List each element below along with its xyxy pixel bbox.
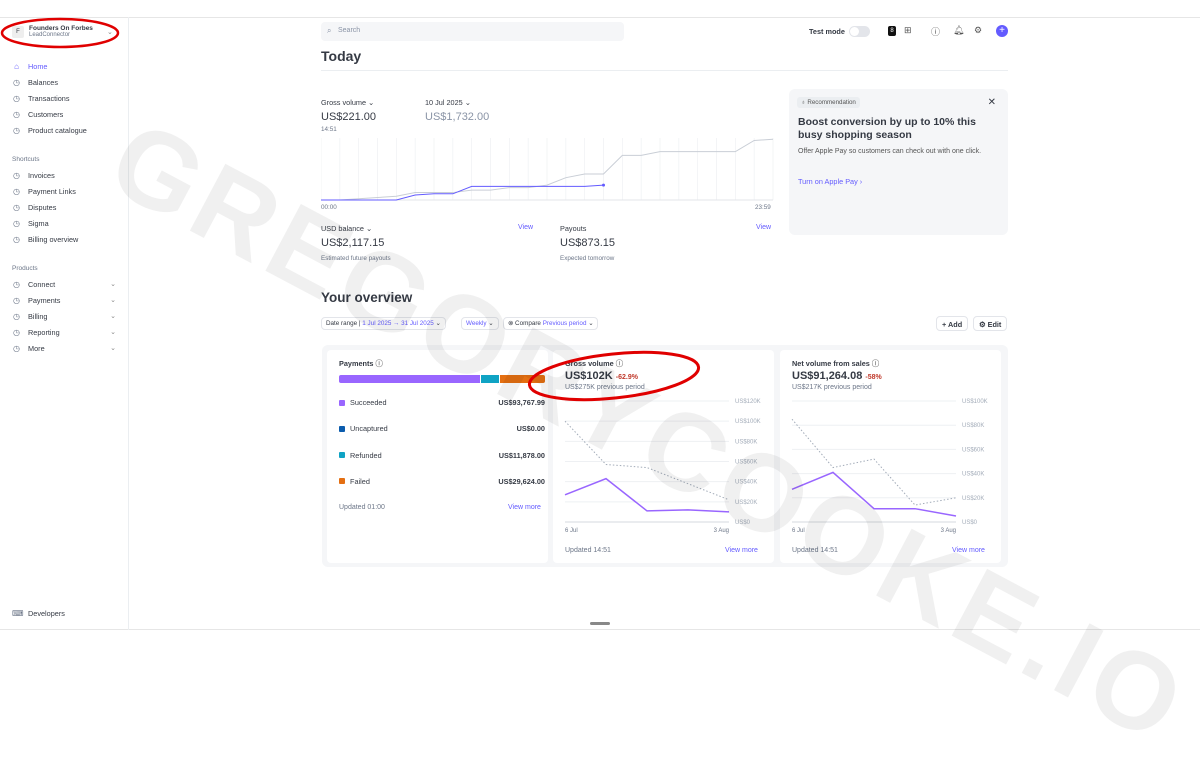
annotation-circle-gross-volume: [527, 350, 701, 402]
annotation-overlay: [0, 17, 701, 402]
scroll-handle[interactable]: [590, 622, 610, 625]
annotation-circle-account: [0, 17, 120, 49]
